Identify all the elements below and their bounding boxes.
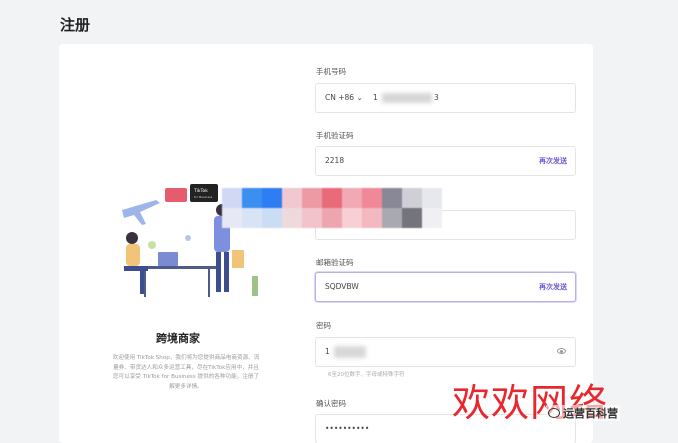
plane-icon [122,200,160,225]
password-label: 密码 [316,321,331,330]
mosaic-cell [262,208,282,228]
tiktok-bubble-icon: TikTok for Business [165,184,218,202]
mosaic-cell [342,188,362,208]
mosaic-cell [242,208,262,228]
mosaic-cell [422,188,442,208]
mosaic-cell [362,188,382,208]
phone-redaction [382,93,432,103]
bubble-subtitle: for Business [194,195,213,199]
email-code-resend-button[interactable]: 再次发送 [539,282,567,292]
phone-label: 手机号码 [316,67,346,76]
watermark-account: 运营百科营 [546,405,620,421]
password-redaction [334,346,366,358]
mosaic-cell [382,188,402,208]
mosaic-cell [382,208,402,228]
watermark-account-label: 运营百科营 [563,407,618,420]
eye-icon[interactable] [557,348,566,354]
phone-code-input[interactable]: 2218 再次发送 [315,146,576,176]
brand-description: 欢迎使用 TikTok Shop，我们将为您提供商品电商资源、流量券、带货达人和… [112,355,260,390]
mosaic-cell [302,188,322,208]
page-title: 注册 [60,16,91,34]
bubble-title: TikTok [193,188,208,194]
mosaic-cell [282,208,302,228]
phone-suffix: 3 [434,93,439,102]
email-code-label: 邮箱验证码 [316,258,354,267]
confirm-password-label: 确认密码 [316,399,346,408]
email-code-input[interactable]: SQDVBW 再次发送 [315,272,576,302]
email-redaction-mosaic [222,188,442,228]
mosaic-cell [342,208,362,228]
mosaic-cell [242,188,262,208]
password-input[interactable]: 1 [315,337,576,367]
mosaic-cell [222,188,242,208]
mosaic-cell [302,208,322,228]
mosaic-cell [222,208,242,228]
confirm-password-value: •••••••••• [325,424,370,433]
password-hint: 6至20位数字、字母或特殊字符 [328,372,405,378]
phone-field[interactable]: CN +86 ⌄ 1 3 [315,83,576,113]
mosaic-cell [362,208,382,228]
mosaic-cell [282,188,302,208]
country-code-select[interactable]: CN +86 ⌄ [325,93,363,102]
phone-prefix: 1 [373,93,378,102]
phone-code-label: 手机验证码 [316,131,354,140]
mosaic-cell [262,188,282,208]
phone-code-resend-button[interactable]: 再次发送 [539,156,567,166]
email-code-value: SQDVBW [325,282,359,291]
mosaic-cell [402,188,422,208]
mosaic-cell [422,208,442,228]
brand-title: 跨境商家 [156,332,200,345]
mosaic-cell [322,208,342,228]
mosaic-cell [402,208,422,228]
password-value: 1 [325,347,330,356]
mosaic-cell [322,188,342,208]
phone-code-value: 2218 [325,156,345,165]
wechat-icon [548,408,560,418]
